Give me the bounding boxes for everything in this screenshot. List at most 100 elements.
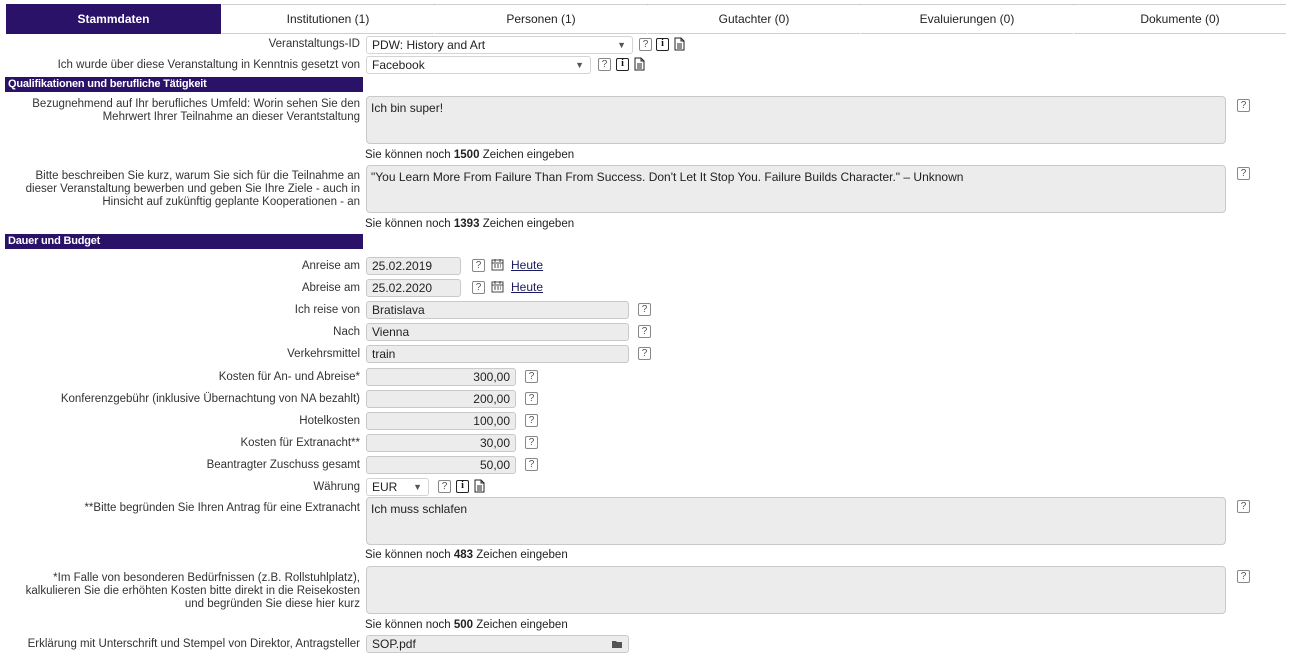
extra-night-reason-label: **Bitte begründen Sie Ihren Antrag für e… — [84, 502, 360, 514]
special-needs-label: *Im Falle von besonderen Bedürfnissen (z… — [25, 572, 360, 610]
special-needs-textarea[interactable] — [366, 566, 1226, 614]
declaration-file-name: SOP.pdf — [372, 637, 416, 651]
document-icon[interactable] — [674, 37, 685, 51]
chevron-down-icon: ▼ — [617, 40, 626, 50]
arrival-label: Anreise am — [301, 260, 360, 272]
total-grant-input[interactable]: 50,00 — [366, 456, 516, 474]
counter-text: Sie können noch — [365, 149, 451, 161]
tab-evaluierungen[interactable]: Evaluierungen (0) — [861, 4, 1083, 34]
conference-fee-input[interactable]: 200,00 — [366, 390, 516, 408]
from-input[interactable]: Bratislava — [366, 301, 629, 319]
folder-icon[interactable] — [611, 639, 623, 649]
tab-gutachter[interactable]: Gutachter (0) — [648, 4, 870, 34]
help-icon[interactable]: ? — [639, 38, 652, 51]
help-icon[interactable]: ? — [525, 370, 538, 383]
info-icon[interactable]: i — [456, 480, 469, 493]
counter-text: Sie können noch — [365, 549, 451, 561]
counter-text: Zeichen eingeben — [482, 218, 575, 230]
total-grant-label: Beantragter Zuschuss gesamt — [206, 459, 360, 471]
help-icon[interactable]: ? — [638, 303, 651, 316]
help-icon[interactable]: ? — [598, 58, 611, 71]
char-counter: Sie können noch 500 Zeichen eingeben — [365, 619, 568, 631]
tab-bar: Stammdaten Institutionen (1) Personen (1… — [0, 0, 1291, 34]
declaration-file-input[interactable]: SOP.pdf — [366, 635, 629, 653]
tab-label: Gutachter (0) — [718, 12, 790, 26]
added-value-textarea[interactable]: Ich bin super! — [366, 96, 1226, 144]
tab-dokumente[interactable]: Dokumente (0) — [1074, 4, 1286, 34]
help-icon[interactable]: ? — [525, 414, 538, 427]
char-counter: Sie können noch 1500 Zeichen eingeben — [365, 149, 574, 161]
travel-cost-input[interactable]: 300,00 — [366, 368, 516, 386]
section-header-qualifications: Qualifikationen und berufliche Tätigkeit — [5, 77, 363, 92]
goals-label: Bitte beschreiben Sie kurz, warum Sie si… — [25, 170, 360, 208]
help-icon[interactable]: ? — [1237, 570, 1250, 583]
today-link[interactable]: Heute — [511, 280, 543, 294]
extra-night-reason-textarea[interactable]: Ich muss schlafen — [366, 497, 1226, 545]
source-label: Ich wurde über diese Veranstaltung in Ke… — [57, 59, 360, 71]
transport-label: Verkehrsmittel — [287, 348, 360, 360]
currency-select[interactable]: EUR ▼ — [366, 478, 429, 496]
tab-label: Institutionen (1) — [286, 12, 370, 26]
declaration-label: Erklärung mit Unterschrift und Stempel v… — [27, 638, 360, 650]
calendar-icon[interactable] — [491, 258, 504, 271]
help-icon[interactable]: ? — [1237, 99, 1250, 112]
chevron-down-icon: ▼ — [413, 482, 422, 492]
added-value-label: Bezugnehmend auf Ihr berufliches Umfeld:… — [32, 98, 360, 123]
counter-text: Zeichen eingeben — [482, 149, 575, 161]
char-counter: Sie können noch 1393 Zeichen eingeben — [365, 218, 574, 230]
counter-text: Zeichen eingeben — [476, 549, 568, 561]
help-icon[interactable]: ? — [438, 480, 451, 493]
transport-input[interactable]: train — [366, 345, 629, 363]
departure-date-input[interactable]: 25.02.2020 — [366, 279, 461, 297]
from-label: Ich reise von — [294, 304, 360, 316]
chevron-down-icon: ▼ — [575, 60, 584, 70]
arrival-date-input[interactable]: 25.02.2019 — [366, 257, 461, 275]
info-icon[interactable]: i — [656, 38, 669, 51]
hotel-cost-label: Hotelkosten — [299, 415, 360, 427]
currency-label: Währung — [313, 481, 360, 493]
document-icon[interactable] — [474, 479, 485, 493]
event-id-value: PDW: History and Art — [372, 38, 486, 52]
travel-cost-label: Kosten für An- und Abreise* — [218, 371, 360, 383]
goals-textarea[interactable]: "You Learn More From Failure Than From S… — [366, 165, 1226, 213]
tab-label: Evaluierungen (0) — [919, 12, 1015, 26]
help-icon[interactable]: ? — [525, 392, 538, 405]
counter-text: Zeichen eingeben — [476, 619, 568, 631]
conference-fee-label: Konferenzgebühr (inklusive Übernachtung … — [60, 393, 360, 405]
document-icon[interactable] — [634, 57, 645, 71]
tab-institutionen[interactable]: Institutionen (1) — [222, 4, 444, 34]
help-icon[interactable]: ? — [472, 259, 485, 272]
departure-label: Abreise am — [301, 282, 360, 294]
help-icon[interactable]: ? — [638, 347, 651, 360]
extra-night-cost-label: Kosten für Extranacht** — [240, 437, 360, 449]
counter-text: Sie können noch — [365, 218, 451, 230]
event-id-label: Veranstaltungs-ID — [268, 38, 360, 50]
extra-night-cost-input[interactable]: 30,00 — [366, 434, 516, 452]
help-icon[interactable]: ? — [1237, 167, 1250, 180]
source-select[interactable]: Facebook ▼ — [366, 56, 591, 74]
to-input[interactable]: Vienna — [366, 323, 629, 341]
today-link[interactable]: Heute — [511, 258, 543, 272]
help-icon[interactable]: ? — [638, 325, 651, 338]
counter-number: 1500 — [453, 149, 480, 161]
help-icon[interactable]: ? — [472, 281, 485, 294]
calendar-icon[interactable] — [491, 280, 504, 293]
tab-label: Stammdaten — [77, 12, 150, 26]
tab-label: Dokumente (0) — [1140, 12, 1220, 26]
counter-number: 1393 — [453, 218, 480, 230]
char-counter: Sie können noch 483 Zeichen eingeben — [365, 549, 568, 561]
hotel-cost-input[interactable]: 100,00 — [366, 412, 516, 430]
to-label: Nach — [333, 326, 360, 338]
tab-personen[interactable]: Personen (1) — [435, 4, 657, 34]
tab-label: Personen (1) — [506, 12, 576, 26]
event-id-select[interactable]: PDW: History and Art ▼ — [366, 36, 633, 54]
counter-number: 500 — [453, 619, 474, 631]
info-icon[interactable]: i — [616, 58, 629, 71]
currency-value: EUR — [372, 480, 398, 494]
help-icon[interactable]: ? — [525, 458, 538, 471]
help-icon[interactable]: ? — [525, 436, 538, 449]
help-icon[interactable]: ? — [1237, 500, 1250, 513]
tab-stammdaten[interactable]: Stammdaten — [6, 4, 221, 34]
counter-number: 483 — [453, 549, 474, 561]
section-header-budget: Dauer und Budget — [5, 234, 363, 249]
